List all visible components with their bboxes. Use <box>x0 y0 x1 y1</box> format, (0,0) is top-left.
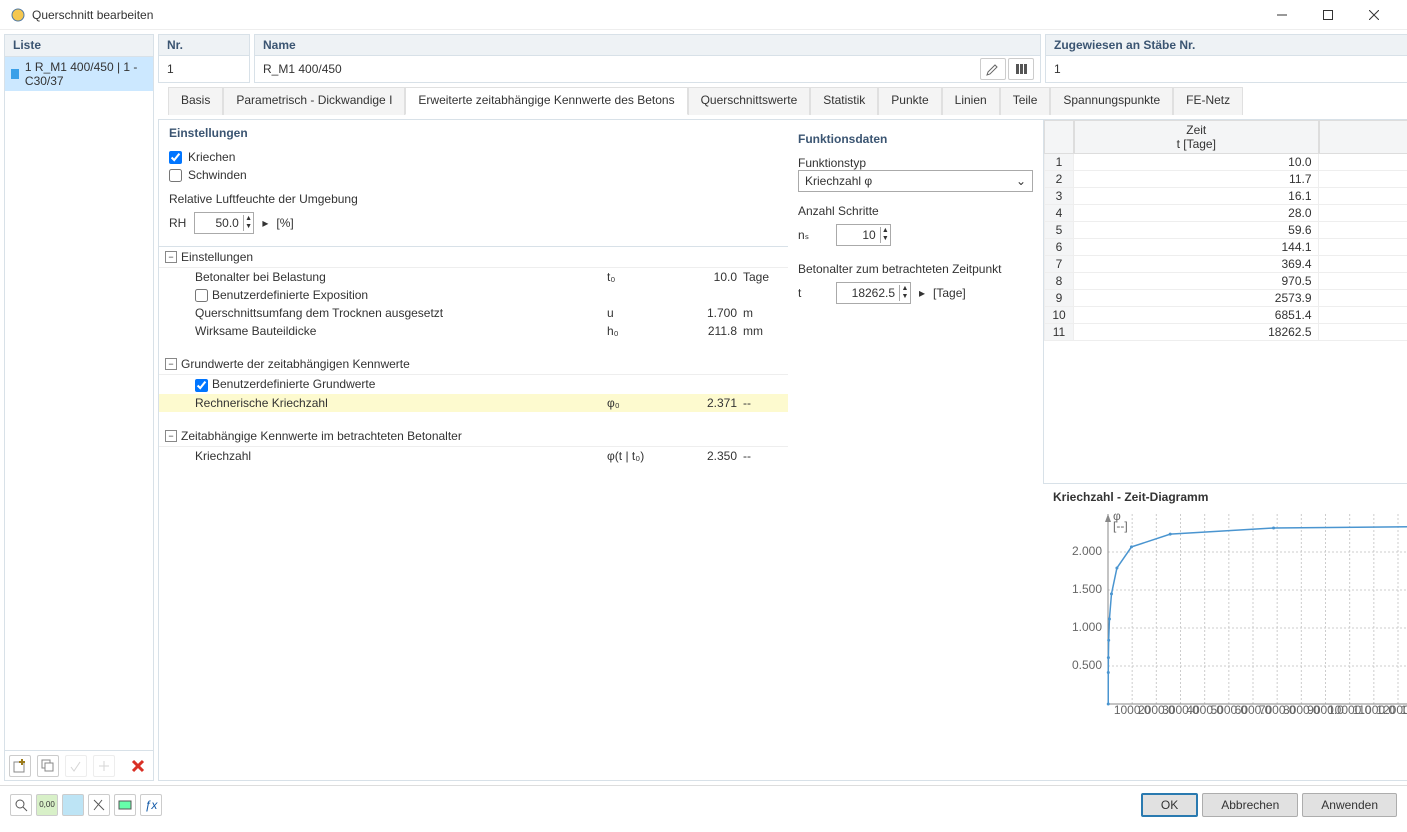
svg-text:[--]: [--] <box>1113 519 1128 533</box>
chevron-down-icon: ⌄ <box>1016 174 1026 188</box>
row-h0: Wirksame Bauteildickeh₀211.8mm <box>159 322 788 340</box>
table-row[interactable]: 559.61.119 <box>1044 222 1407 239</box>
funktionstyp-select[interactable]: Kriechzahl φ ⌄ <box>798 170 1033 192</box>
units-button[interactable]: 0,00 <box>36 794 58 816</box>
table-row[interactable]: 211.70.414 <box>1044 171 1407 188</box>
row-phi0: Rechnerische Kriechzahlφ₀2.371-- <box>159 394 788 412</box>
delete-button[interactable] <box>127 755 149 777</box>
user-grundwerte-checkbox[interactable] <box>195 379 208 392</box>
name-input[interactable] <box>261 58 978 80</box>
window-title: Querschnitt bearbeiten <box>32 8 1259 22</box>
group-zeitabh[interactable]: −Zeitabhängige Kennwerte im betrachteten… <box>159 426 788 447</box>
edit-name-button[interactable] <box>980 58 1006 80</box>
svg-text:13000.0: 13000.0 <box>1400 703 1407 717</box>
title-bar: Querschnitt bearbeiten <box>0 0 1407 30</box>
dimensions-button[interactable] <box>88 794 110 816</box>
chart-title: Kriechzahl - Zeit-Diagramm <box>1053 490 1208 504</box>
nr-input[interactable] <box>165 58 243 80</box>
steps-label: Anzahl Schritte <box>798 204 1033 218</box>
new-button[interactable] <box>9 755 31 777</box>
svg-text:0.500: 0.500 <box>1072 658 1102 672</box>
settings-header: Einstellungen <box>159 120 788 146</box>
tab-0[interactable]: Basis <box>168 87 223 115</box>
assign-input[interactable] <box>1052 58 1407 80</box>
table-row[interactable]: 92573.92.235 <box>1044 290 1407 307</box>
steps-symbol: nₛ <box>798 228 828 242</box>
svg-text:1.500: 1.500 <box>1072 582 1102 596</box>
table-row[interactable]: 428.00.838 <box>1044 205 1407 222</box>
creep-chart: 0.5001.0001.5002.0001000.02000.03000.040… <box>1053 504 1407 744</box>
funktionstyp-label: Funktionstyp <box>798 156 1033 170</box>
table-row[interactable]: 316.10.610 <box>1044 188 1407 205</box>
age-symbol: t <box>798 286 828 300</box>
age-spinner[interactable]: ▲▼ <box>836 282 911 304</box>
library-button[interactable] <box>1008 58 1034 80</box>
display-button[interactable] <box>114 794 136 816</box>
tab-7[interactable]: Teile <box>1000 87 1051 115</box>
zoom-button[interactable] <box>10 794 32 816</box>
copy-button[interactable] <box>37 755 59 777</box>
table-row[interactable]: 1118262.52.350 <box>1044 324 1407 341</box>
rh-label: Relative Luftfeuchte der Umgebung <box>169 192 778 206</box>
table-row[interactable]: 6144.11.449 <box>1044 239 1407 256</box>
svg-text:2.000: 2.000 <box>1072 544 1102 558</box>
tab-bar: BasisParametrisch - Dickwandige IErweite… <box>158 87 1407 115</box>
function-button[interactable]: ƒx <box>140 794 162 816</box>
rh-spinner[interactable]: ▲▼ <box>194 212 254 234</box>
section-icon <box>11 69 19 79</box>
group-einstellungen[interactable]: −Einstellungen <box>159 247 788 268</box>
row-exposition: Benutzerdefinierte Exposition <box>159 286 788 304</box>
field-nr: Nr. <box>158 34 250 83</box>
app-icon <box>10 7 26 23</box>
tab-2[interactable]: Erweiterte zeitabhängige Kennwerte des B… <box>405 87 687 115</box>
cancel-button[interactable]: Abbrechen <box>1202 793 1298 817</box>
tab-9[interactable]: FE-Netz <box>1173 87 1243 115</box>
svg-text:1.000: 1.000 <box>1072 620 1102 634</box>
rh-unit: [%] <box>276 216 293 230</box>
assign-label: Zugewiesen an Stäbe Nr. <box>1046 35 1407 56</box>
age-label: Betonalter zum betrachteten Zeitpunkt <box>798 262 1033 276</box>
minimize-button[interactable] <box>1259 0 1305 30</box>
slider-icon[interactable]: ▸ <box>262 216 268 230</box>
steps-spinner[interactable]: ▲▼ <box>836 224 891 246</box>
tool-3-button <box>65 755 87 777</box>
tab-1[interactable]: Parametrisch - Dickwandige I <box>223 87 405 115</box>
tab-4[interactable]: Statistik <box>810 87 878 115</box>
tab-6[interactable]: Linien <box>942 87 1000 115</box>
ok-button[interactable]: OK <box>1141 793 1198 817</box>
funktionsdaten-header: Funktionsdaten <box>798 126 1033 152</box>
tool-4-button <box>93 755 115 777</box>
row-user-grund: Benutzerdefinierte Grundwerte <box>159 375 788 393</box>
list-header: Liste <box>5 35 153 57</box>
list-item-label: 1 R_M1 400/450 | 1 - C30/37 <box>25 60 147 88</box>
slider-icon[interactable]: ▸ <box>919 286 925 300</box>
data-table[interactable]: Zeitt [Tage] Kriechzahlφ [--] 110.00.000… <box>1043 120 1407 483</box>
row-phi-t: Kriechzahlφ(t | t₀)2.350-- <box>159 447 788 465</box>
age-unit: [Tage] <box>933 286 966 300</box>
maximize-button[interactable] <box>1305 0 1351 30</box>
rh-symbol: RH <box>169 216 186 230</box>
group-grundwerte[interactable]: −Grundwerte der zeitabhängigen Kennwerte <box>159 354 788 375</box>
table-row[interactable]: 7369.41.790 <box>1044 256 1407 273</box>
tab-3[interactable]: Querschnittswerte <box>688 87 811 115</box>
table-row[interactable]: 8970.52.067 <box>1044 273 1407 290</box>
field-name: Name <box>254 34 1041 83</box>
name-label: Name <box>255 35 1040 56</box>
row-u: Querschnittsumfang dem Trocknen ausgeset… <box>159 304 788 322</box>
close-button[interactable] <box>1351 0 1397 30</box>
list-item[interactable]: 1 R_M1 400/450 | 1 - C30/37 <box>5 57 153 91</box>
nr-label: Nr. <box>159 35 249 56</box>
table-row[interactable]: 110.00.000 <box>1044 154 1407 171</box>
kriechen-checkbox[interactable]: Kriechen <box>169 150 778 164</box>
exposition-checkbox[interactable] <box>195 289 208 302</box>
tab-8[interactable]: Spannungspunkte <box>1050 87 1173 115</box>
tab-5[interactable]: Punkte <box>878 87 941 115</box>
schwinden-checkbox[interactable]: Schwinden <box>169 168 778 182</box>
row-t0: Betonalter bei Belastungt₀10.0Tage <box>159 268 788 286</box>
apply-button[interactable]: Anwenden <box>1302 793 1397 817</box>
field-assign: Zugewiesen an Stäbe Nr. <box>1045 34 1407 83</box>
view-button[interactable] <box>62 794 84 816</box>
table-row[interactable]: 106851.42.316 <box>1044 307 1407 324</box>
